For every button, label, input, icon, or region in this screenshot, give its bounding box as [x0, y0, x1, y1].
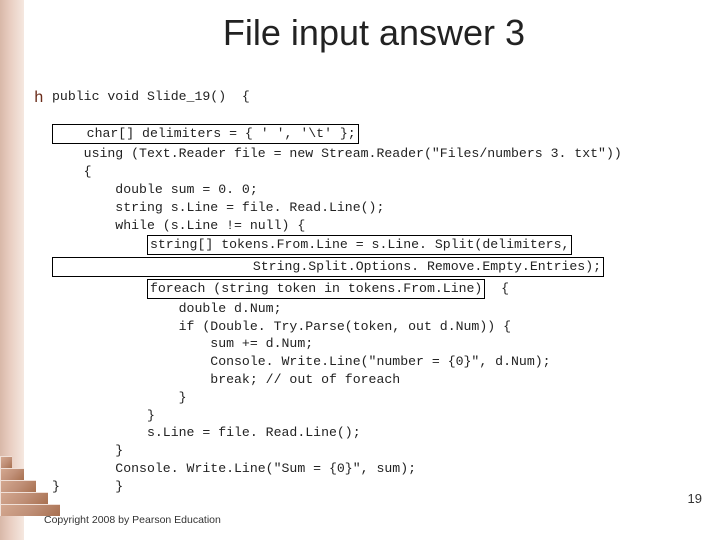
code-highlight-delimiters: char[] delimiters = { ' ', '\t' }; — [52, 124, 359, 144]
code-line: break; // out of foreach — [52, 372, 400, 387]
code-line: s.Line = file. Read.Line(); — [52, 425, 361, 440]
code-line: { — [485, 281, 509, 296]
slide-content: File input answer 3 hpublic void Slide_1… — [24, 0, 720, 540]
code-line: Console. Write.Line("Sum = {0}", sum); — [52, 461, 416, 476]
bullet-icon: h — [34, 88, 44, 110]
code-line: sum += d.Num; — [52, 336, 313, 351]
code-line: } — [52, 390, 187, 405]
code-line: double sum = 0. 0; — [52, 182, 258, 197]
code-highlight-splitoptions: String.Split.Options. Remove.Empty.Entri… — [52, 257, 604, 277]
page-number: 19 — [688, 491, 702, 506]
code-line: while (s.Line != null) { — [52, 218, 305, 233]
code-line: if (Double. Try.Parse(token, out d.Num))… — [52, 319, 511, 334]
code-line: double d.Num; — [52, 301, 282, 316]
code-highlight-foreach: foreach (string token in tokens.From.Lin… — [147, 279, 485, 299]
code-line: using (Text.Reader file = new Stream.Rea… — [52, 146, 622, 161]
copyright-text: Copyright 2008 by Pearson Education — [44, 514, 221, 526]
slide-title: File input answer 3 — [52, 12, 696, 54]
code-line: string s.Line = file. Read.Line(); — [52, 200, 384, 215]
code-highlight-split: string[] tokens.From.Line = s.Line. Spli… — [147, 235, 572, 255]
code-line — [52, 237, 147, 252]
code-line — [52, 281, 147, 296]
code-block: hpublic void Slide_19() { char[] delimit… — [52, 70, 696, 514]
code-line: Console. Write.Line("number = {0}", d.Nu… — [52, 354, 551, 369]
code-line: } } — [52, 479, 123, 494]
code-line: } — [52, 408, 155, 423]
code-line: { — [52, 164, 92, 179]
code-line: } — [52, 443, 123, 458]
code-line: public void Slide_19() { — [52, 89, 250, 104]
